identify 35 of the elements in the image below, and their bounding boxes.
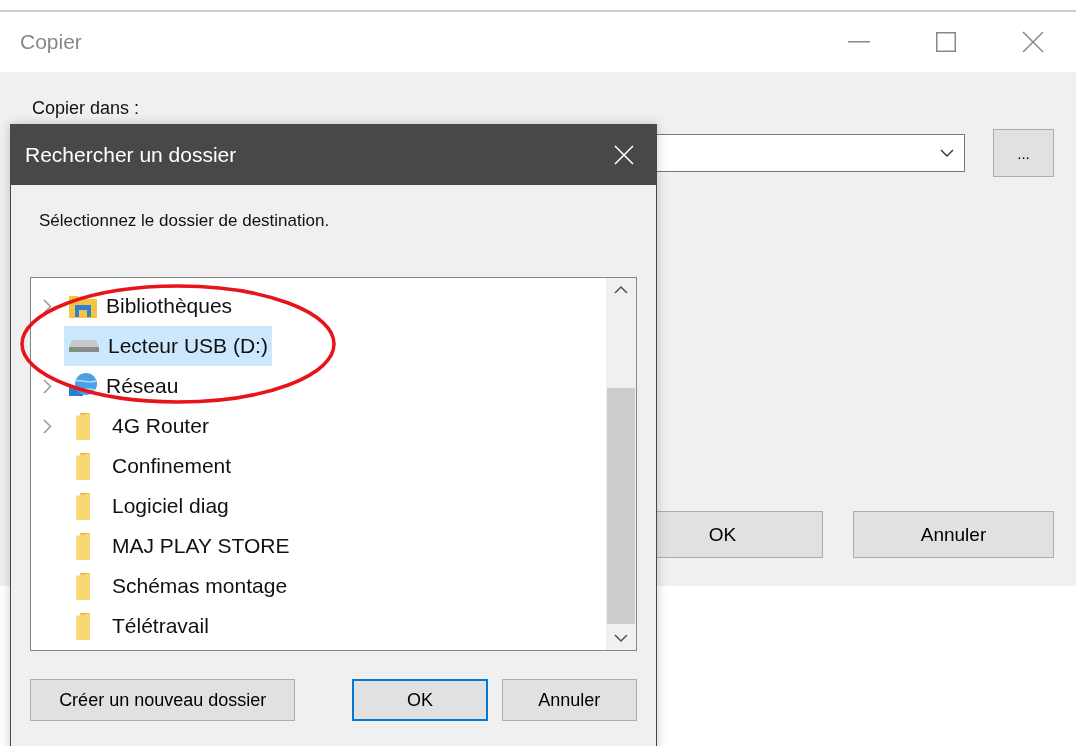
window-title: Copier (20, 30, 82, 54)
chevron-right-icon[interactable] (43, 418, 52, 434)
tree-item[interactable]: Confinement (64, 446, 236, 486)
destination-label: Copier dans : (32, 98, 140, 119)
tree-item[interactable]: Schémas montage (64, 566, 292, 606)
dialog-title: Rechercher un dossier (25, 143, 237, 167)
chevron-right-icon[interactable] (43, 378, 52, 394)
folder-icon (76, 492, 90, 520)
minimize-icon[interactable] (848, 41, 870, 43)
tree-item[interactable]: Logiciel diag (64, 486, 233, 526)
folder-icon (76, 612, 90, 640)
dialog-button[interactable]: Créer un nouveau dossier (30, 679, 296, 721)
drive-icon (68, 339, 100, 353)
tree-item[interactable]: Bibliothèques (64, 286, 237, 326)
dialog-button[interactable]: Annuler (853, 511, 1054, 558)
scroll-down-icon[interactable] (614, 634, 628, 642)
scroll-up-icon[interactable] (614, 286, 628, 294)
folder-icon (76, 452, 90, 480)
browse-button[interactable]: ... (993, 129, 1054, 177)
tree-item[interactable]: 4G Router (64, 406, 213, 446)
dialog-button[interactable]: Annuler (501, 679, 637, 721)
tree-item[interactable]: Lecteur USB (D:) (64, 326, 272, 366)
chevron-down-icon (940, 149, 954, 157)
scrollbar-thumb[interactable] (607, 388, 635, 624)
tree-item[interactable]: Télétravail (64, 606, 213, 646)
dialog-button[interactable]: OK (352, 679, 488, 721)
folder-icon (76, 572, 90, 600)
chevron-right-icon[interactable] (43, 298, 52, 314)
folder-icon (76, 532, 90, 560)
folder-icon (76, 412, 90, 440)
tree-item[interactable]: Réseau (64, 366, 183, 406)
tree-item[interactable]: MAJ PLAY STORE (64, 526, 294, 566)
instruction-text: Sélectionnez le dossier de destination. (38, 211, 330, 231)
maximize-icon[interactable] (936, 32, 956, 52)
scrollbar[interactable] (606, 278, 636, 650)
